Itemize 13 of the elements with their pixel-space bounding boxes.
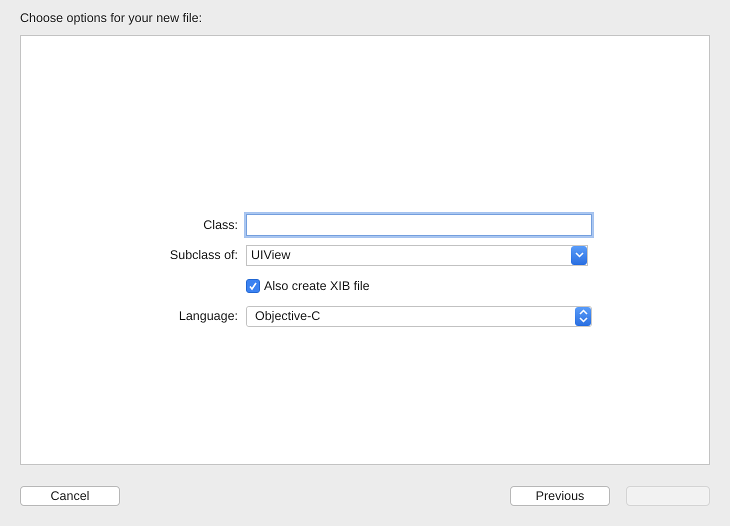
dialog-title: Choose options for your new file: — [20, 10, 204, 27]
checkmark-icon — [248, 280, 258, 290]
field-label: Class: — [202, 218, 238, 232]
subclass-combo-box[interactable]: UIView — [246, 244, 588, 266]
xib-checkbox[interactable]: Also create XIB file — [246, 274, 592, 296]
field-label: Subclass of: — [168, 248, 238, 262]
up-down-chevron-icon — [575, 306, 591, 326]
cancel-button[interactable]: Cancel — [20, 486, 120, 506]
class-input-field[interactable] — [246, 214, 592, 236]
field-label: Language: — [178, 309, 238, 323]
language-popup-button[interactable]: Objective-C — [246, 306, 592, 326]
chevron-down-icon — [571, 246, 587, 264]
previous-button[interactable]: Previous — [510, 486, 610, 506]
